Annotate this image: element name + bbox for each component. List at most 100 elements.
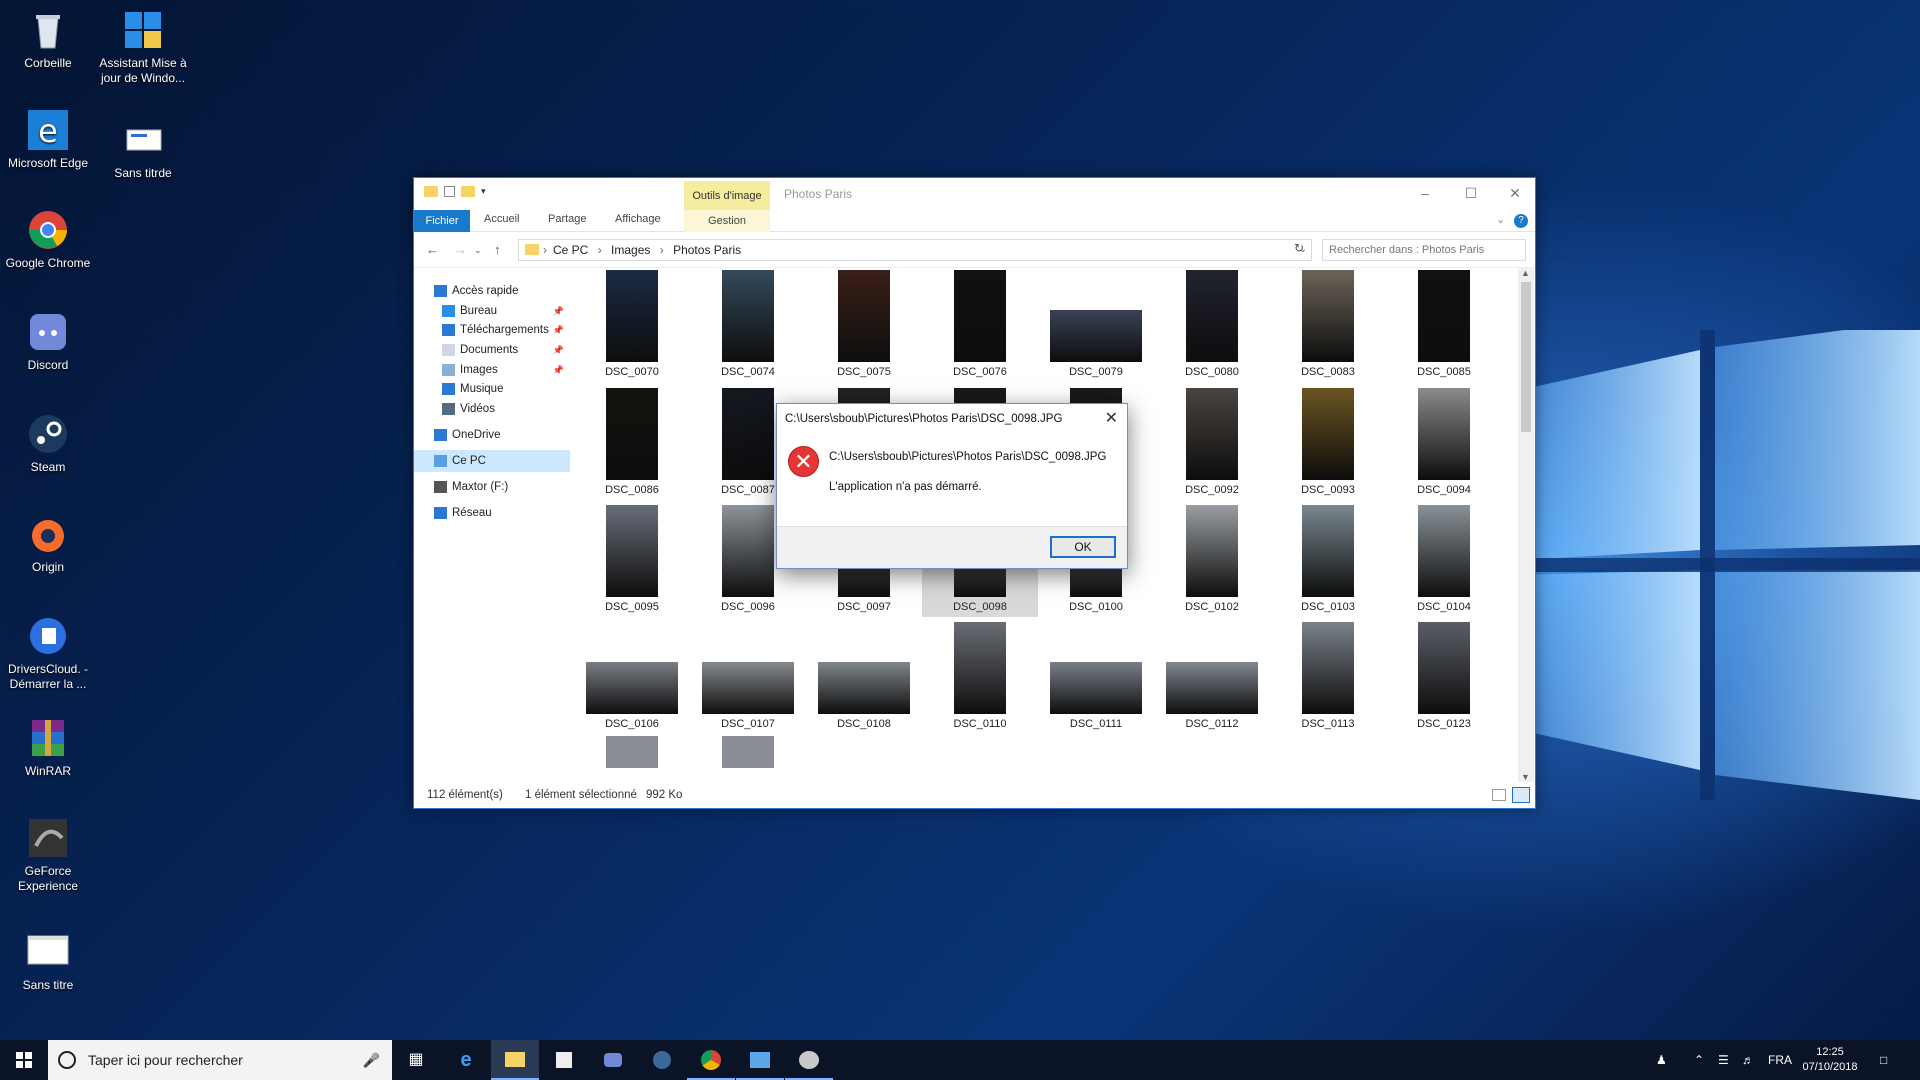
language-indicator[interactable]: FRA <box>1768 1040 1792 1080</box>
file-item[interactable]: DSC_0080 <box>1154 268 1270 382</box>
taskbar-chrome-icon[interactable] <box>687 1040 735 1080</box>
desktop-icon-geforce[interactable]: GeForce Experience <box>0 816 96 894</box>
up-icon[interactable]: ↑ <box>494 242 501 257</box>
file-item[interactable]: DSC_0108 <box>806 620 922 734</box>
nav-item-maxtor-f[interactable]: Maxtor (F:) <box>414 476 570 498</box>
desktop-icon-chrome[interactable]: Google Chrome <box>0 208 96 271</box>
file-item[interactable]: DSC_0076 <box>922 268 1038 382</box>
scroll-down-icon[interactable]: ▼ <box>1521 772 1530 782</box>
refresh-icon[interactable]: ↻ <box>1294 241 1304 255</box>
desktop-icon-edge[interactable]: e Microsoft Edge <box>0 108 96 171</box>
file-item[interactable]: DSC_0070 <box>574 268 690 382</box>
desktop-icon-steam[interactable]: Steam <box>0 412 96 475</box>
forward-icon[interactable]: → <box>454 242 467 257</box>
scrollbar-thumb[interactable] <box>1521 282 1531 432</box>
taskbar-discord-icon[interactable] <box>589 1040 637 1080</box>
dialog-close-icon[interactable]: ✕ <box>1105 408 1118 428</box>
file-item[interactable]: DSC_0086 <box>574 386 690 500</box>
file-item[interactable]: DSC_0111 <box>1038 620 1154 734</box>
details-view-icon[interactable] <box>1492 789 1506 801</box>
breadcrumb-photos-paris[interactable]: Photos Paris <box>673 243 741 257</box>
start-button[interactable] <box>0 1040 48 1080</box>
pin-icon[interactable]: 📌 <box>553 319 564 341</box>
file-item[interactable]: DSC_0075 <box>806 268 922 382</box>
nav-item-téléchargements[interactable]: Téléchargements 📌 <box>414 319 570 341</box>
file-item[interactable]: DSC_0079 <box>1038 268 1154 382</box>
nav-item-documents[interactable]: Documents 📌 <box>414 339 570 361</box>
picture-tools-tab[interactable]: Outils d'image <box>684 181 770 210</box>
minimize-button[interactable]: – <box>1402 178 1448 208</box>
file-item[interactable]: DSC_0106 <box>574 620 690 734</box>
taskbar-search-input[interactable]: Taper ici pour rechercher 🎤 <box>48 1040 392 1080</box>
ok-button[interactable]: OK <box>1050 536 1116 558</box>
file-item[interactable]: DSC_0085 <box>1386 268 1502 382</box>
taskbar-file-explorer-icon[interactable] <box>491 1040 539 1080</box>
tab-partage[interactable]: Partage <box>548 213 587 225</box>
desktop-icon-winrar[interactable]: WinRAR <box>0 716 96 779</box>
recent-dropdown-icon[interactable]: ⌄ <box>474 245 482 256</box>
tab-fichier[interactable]: Fichier <box>414 210 470 232</box>
title-bar[interactable]: ▾ Outils d'image Photos Paris – ☐ ✕ <box>414 178 1535 210</box>
photo-thumbnail[interactable] <box>722 736 774 768</box>
desktop-icon-update-assistant[interactable]: Assistant Mise à jour de Windo... <box>95 8 191 86</box>
expand-ribbon-icon[interactable]: ⌄ <box>1496 213 1505 226</box>
desktop-icon-origin[interactable]: Origin <box>0 512 96 575</box>
close-button[interactable]: ✕ <box>1492 178 1538 208</box>
desktop-icon-recycle-bin[interactable]: Corbeille <box>0 8 96 71</box>
file-item[interactable]: DSC_0104 <box>1386 503 1502 617</box>
help-icon[interactable]: ? <box>1514 214 1528 228</box>
back-icon[interactable]: ← <box>426 242 439 257</box>
file-item[interactable]: DSC_0103 <box>1270 503 1386 617</box>
search-input[interactable]: Rechercher dans : Photos Paris <box>1322 239 1526 261</box>
people-icon[interactable]: ♟ <box>1656 1040 1667 1080</box>
file-item[interactable]: DSC_0083 <box>1270 268 1386 382</box>
file-item[interactable]: DSC_0107 <box>690 620 806 734</box>
desktop-icon-discord[interactable]: Discord <box>0 310 96 373</box>
nav-item-onedrive[interactable]: OneDrive <box>414 424 570 446</box>
file-item[interactable]: DSC_0123 <box>1386 620 1502 734</box>
breadcrumb-images[interactable]: Images <box>611 243 650 257</box>
maximize-button[interactable]: ☐ <box>1448 178 1494 208</box>
nav-item-ce-pc[interactable]: Ce PC <box>414 450 570 472</box>
checkbox-icon[interactable] <box>444 186 455 197</box>
error-dialog[interactable]: C:\Users\sboub\Pictures\Photos Paris\DSC… <box>776 403 1128 569</box>
taskbar-app-icon[interactable] <box>736 1040 784 1080</box>
file-item[interactable]: DSC_0110 <box>922 620 1038 734</box>
file-item[interactable]: DSC_0094 <box>1386 386 1502 500</box>
taskbar-edge-icon[interactable]: e <box>442 1040 490 1080</box>
photo-thumbnail[interactable] <box>606 736 658 768</box>
nav-item-musique[interactable]: Musique <box>414 378 570 400</box>
taskbar-store-icon[interactable] <box>540 1040 588 1080</box>
taskbar-paint-icon[interactable] <box>785 1040 833 1080</box>
desktop-icon-sans-titrde[interactable]: Sans titrde <box>95 118 191 181</box>
file-item[interactable]: DSC_0074 <box>690 268 806 382</box>
breadcrumb-ce-pc[interactable]: Ce PC <box>553 243 588 257</box>
network-wifi-icon[interactable]: ☰ <box>1718 1040 1729 1080</box>
volume-icon[interactable]: ♬ <box>1742 1040 1754 1080</box>
tab-affichage[interactable]: Affichage <box>615 213 661 225</box>
tab-gestion[interactable]: Gestion <box>684 210 770 232</box>
desktop-icon-sans-titre[interactable]: Sans titre <box>0 930 96 993</box>
nav-item-vidéos[interactable]: Vidéos <box>414 398 570 420</box>
scroll-up-icon[interactable]: ▲ <box>1521 268 1530 278</box>
pin-icon[interactable]: 📌 <box>553 339 564 361</box>
file-item[interactable]: DSC_0113 <box>1270 620 1386 734</box>
taskbar-steam-icon[interactable] <box>638 1040 686 1080</box>
show-hidden-icons-icon[interactable]: ⌃ <box>1694 1040 1704 1080</box>
file-item[interactable]: DSC_0093 <box>1270 386 1386 500</box>
microphone-icon[interactable]: 🎤 <box>363 1040 380 1080</box>
nav-item-accès-rapide[interactable]: Accès rapide <box>414 280 570 302</box>
address-bar[interactable]: › Ce PC › Images › Photos Paris ⌄ <box>518 239 1312 261</box>
file-item[interactable]: DSC_0102 <box>1154 503 1270 617</box>
dropdown-icon[interactable]: ▾ <box>481 186 486 197</box>
task-view-button[interactable]: ▦ <box>392 1040 440 1080</box>
desktop-icon-driverscloud[interactable]: DriversCloud. - Démarrer la ... <box>0 614 96 692</box>
tab-accueil[interactable]: Accueil <box>484 213 519 225</box>
clock[interactable]: 12:25 07/10/2018 <box>1800 1040 1860 1080</box>
action-center-icon[interactable]: □ <box>1880 1040 1887 1080</box>
large-icons-view-icon[interactable] <box>1512 787 1530 803</box>
file-item[interactable]: DSC_0095 <box>574 503 690 617</box>
nav-item-réseau[interactable]: Réseau <box>414 502 570 524</box>
new-folder-icon[interactable] <box>461 186 475 197</box>
vertical-scrollbar[interactable]: ▲ ▼ <box>1518 268 1534 782</box>
